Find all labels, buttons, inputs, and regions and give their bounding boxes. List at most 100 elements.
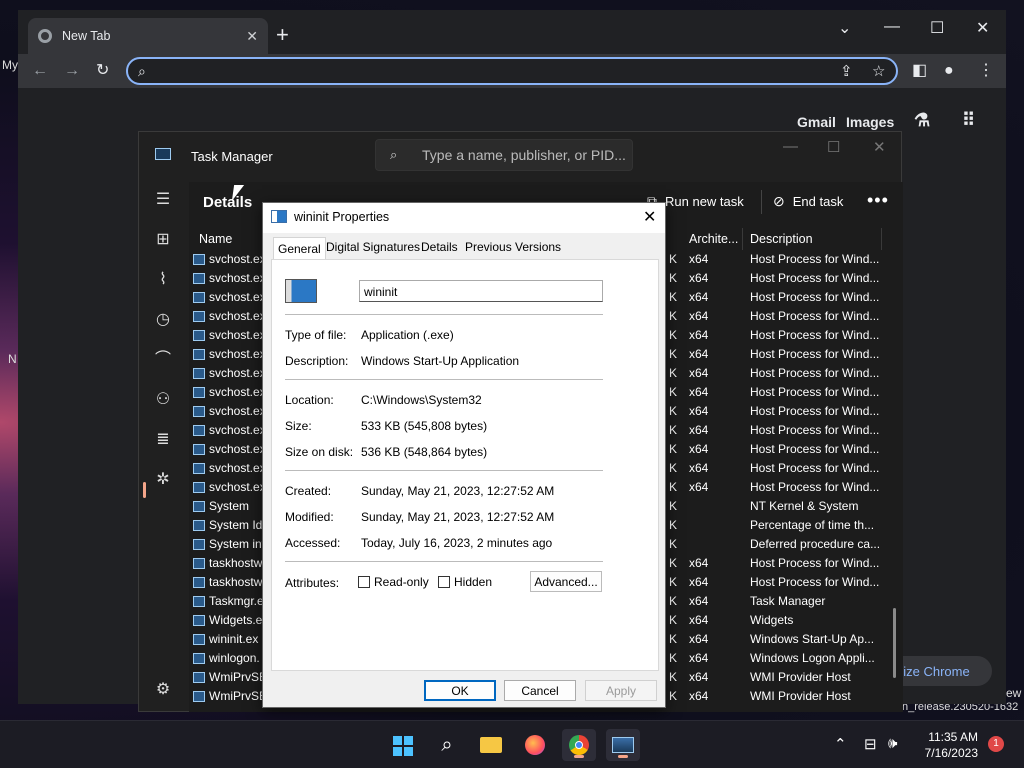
process-icon [193, 330, 205, 341]
omnibox[interactable]: ⌕ ⇪ ☆ [126, 57, 898, 85]
readonly-checkbox[interactable]: Read-only [358, 575, 429, 589]
memory-unit-cell: K [669, 366, 678, 380]
memory-unit-cell: K [669, 670, 678, 684]
general-panel: wininit Type of file: Application (.exe)… [271, 259, 659, 671]
more-options-icon[interactable]: ••• [867, 190, 889, 211]
services-icon[interactable]: ✲ [153, 470, 173, 490]
labs-flask-icon[interactable]: ⚗ [914, 110, 930, 131]
ok-button[interactable]: OK [424, 680, 496, 701]
tab-search-chevron-icon[interactable]: ⌄ [838, 18, 851, 38]
forward-arrow-icon[interactable]: → [64, 62, 80, 80]
task-manager-titlebar: Task Manager ⌕ Type a name, publisher, o… [139, 132, 903, 182]
new-tab-button[interactable]: + [276, 24, 289, 46]
description-cell: Host Process for Wind... [750, 423, 880, 437]
process-icon [193, 520, 205, 531]
architecture-cell: x64 [689, 480, 709, 494]
reload-icon[interactable]: ↻ [96, 62, 109, 80]
dialog-close-icon[interactable]: ✕ [643, 207, 656, 227]
chevron-up-icon[interactable]: ⌃ [834, 735, 847, 753]
notification-badge[interactable]: 1 [988, 736, 1004, 752]
process-icon [193, 425, 205, 436]
start-button[interactable] [386, 729, 420, 761]
minimize-icon[interactable]: — [884, 18, 900, 36]
memory-unit-cell: K [669, 480, 678, 494]
description-cell: Host Process for Wind... [750, 328, 880, 342]
settings-gear-icon[interactable]: ⚙ [153, 680, 173, 700]
process-name: System Idl [209, 518, 263, 532]
processes-icon[interactable]: ⊞ [153, 230, 173, 250]
column-header-description[interactable]: Description [740, 228, 882, 250]
volume-icon[interactable]: 🕪 [888, 735, 897, 752]
side-panel-icon[interactable]: ◧ [912, 62, 927, 80]
apps-grid-icon[interactable]: ⠿ [962, 110, 975, 131]
tm-minimize-icon[interactable]: — [783, 138, 798, 155]
memory-unit-cell: K [669, 252, 678, 266]
readonly-checkbox-box[interactable] [358, 576, 370, 588]
taskbar: ⌕ ⌃ ⊟ 🕪 11:35 AM 7/16/2023 1 [0, 720, 1024, 768]
bookmark-star-icon[interactable]: ☆ [872, 62, 885, 80]
task-manager-app-icon [155, 148, 171, 160]
column-header-name[interactable]: Name [189, 228, 269, 250]
address-input[interactable] [160, 63, 820, 81]
system-clock[interactable]: 11:35 AM 7/16/2023 [912, 729, 978, 761]
file-name-field[interactable]: wininit [359, 280, 603, 302]
process-name: svchost.ex [209, 252, 263, 266]
hidden-checkbox[interactable]: Hidden [438, 575, 492, 589]
tm-maximize-icon[interactable]: ☐ [827, 138, 840, 156]
gmail-link[interactable]: Gmail [797, 114, 836, 130]
maximize-icon[interactable]: ☐ [930, 18, 944, 38]
description-cell: WMI Provider Host [750, 670, 851, 684]
tab-close-icon[interactable]: ✕ [246, 28, 258, 45]
hamburger-menu-icon[interactable]: ☰ [153, 190, 173, 210]
images-link[interactable]: Images [846, 114, 894, 130]
description-label: Description: [285, 354, 349, 368]
profile-icon[interactable]: ● [944, 62, 954, 80]
users-icon[interactable]: ⚇ [153, 390, 173, 410]
close-icon[interactable]: ✕ [976, 18, 989, 38]
cancel-button[interactable]: Cancel [504, 680, 576, 701]
tab-previous-versions[interactable]: Previous Versions [465, 240, 561, 254]
tm-close-icon[interactable]: ✕ [873, 138, 886, 156]
properties-dialog: wininit Properties ✕ General Digital Sig… [262, 202, 666, 708]
details-list-icon[interactable]: ≣ [153, 430, 173, 450]
hidden-label: Hidden [454, 575, 493, 589]
description-cell: Percentage of time th... [750, 518, 875, 532]
process-name: svchost.ex [209, 271, 263, 285]
task-manager-search[interactable]: ⌕ Type a name, publisher, or PID... [375, 139, 633, 171]
running-indicator [618, 755, 628, 758]
architecture-cell: x64 [689, 461, 709, 475]
architecture-cell: x64 [689, 271, 709, 285]
end-task-button[interactable]: ⊘ End task [773, 193, 843, 210]
hidden-checkbox-box[interactable] [438, 576, 450, 588]
column-header-architecture[interactable]: Archite... [679, 228, 743, 250]
process-name: System [209, 499, 250, 513]
scrollbar-thumb[interactable] [893, 608, 896, 678]
process-name: wininit.ex [209, 632, 259, 646]
file-explorer-icon[interactable] [474, 729, 508, 761]
apply-button[interactable]: Apply [585, 680, 657, 701]
back-arrow-icon[interactable]: ← [32, 62, 48, 80]
architecture-cell: x64 [689, 594, 709, 608]
task-manager-taskbar-icon[interactable] [606, 729, 640, 761]
chrome-tab-new-tab[interactable]: New Tab ✕ [28, 18, 268, 54]
firefox-icon[interactable] [518, 729, 552, 761]
network-icon[interactable]: ⊟ [864, 735, 877, 753]
performance-icon[interactable]: ⌇ [153, 270, 173, 290]
tab-digital-signatures[interactable]: Digital Signatures [326, 240, 420, 254]
description-cell: Host Process for Wind... [750, 347, 880, 361]
startup-apps-icon[interactable]: ⌒ [153, 350, 173, 370]
architecture-cell: x64 [689, 404, 709, 418]
process-name: svchost.ex [209, 328, 263, 342]
app-history-icon[interactable]: ◷ [153, 310, 173, 330]
chrome-menu-icon[interactable]: ⋮ [978, 62, 994, 80]
share-icon[interactable]: ⇪ [840, 62, 853, 80]
dialog-titlebar: wininit Properties ✕ [263, 203, 665, 233]
chrome-taskbar-icon[interactable] [562, 729, 596, 761]
advanced-button[interactable]: Advanced... [530, 571, 602, 592]
search-taskbar-icon[interactable]: ⌕ [430, 729, 464, 761]
tab-details[interactable]: Details [421, 240, 458, 254]
end-task-icon: ⊘ [773, 193, 785, 209]
tab-general[interactable]: General [273, 237, 326, 260]
process-name-cell: svchost.ex [193, 252, 263, 266]
memory-unit-cell: K [669, 290, 678, 304]
